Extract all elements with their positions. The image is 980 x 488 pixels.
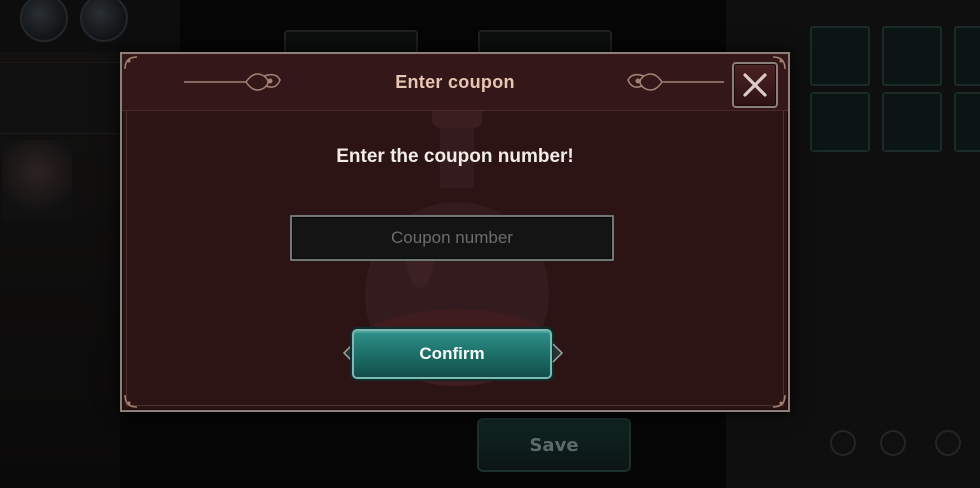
background-save-button: Save xyxy=(477,418,631,472)
close-x-icon xyxy=(743,73,767,97)
confirm-button-frame: Confirm xyxy=(342,327,564,383)
bg-small-icon xyxy=(830,430,856,456)
bg-menu-slot xyxy=(954,92,980,152)
coupon-dialog: Enter coupon Enter the coupon number! Co… xyxy=(120,52,790,412)
bg-menu-slot xyxy=(810,26,870,86)
bg-small-icon xyxy=(935,430,961,456)
bottom-right-icons xyxy=(730,430,980,460)
dialog-message: Enter the coupon number! xyxy=(336,146,574,167)
dialog-title: Enter coupon xyxy=(395,71,515,92)
confirm-cap-right-icon xyxy=(552,343,564,363)
corner-ornament-icon xyxy=(124,56,138,70)
coupon-number-input[interactable] xyxy=(290,215,614,261)
bg-menu-slot xyxy=(810,92,870,152)
confirm-button[interactable]: Confirm xyxy=(352,329,552,379)
event-icon xyxy=(2,140,72,220)
corner-ornament-icon xyxy=(772,56,786,70)
corner-ornament-icon xyxy=(772,394,786,408)
bg-small-icon xyxy=(880,430,906,456)
corner-ornament-icon xyxy=(124,394,138,408)
bg-menu-slot xyxy=(954,26,980,86)
quest-box xyxy=(0,62,118,134)
bg-menu-slot xyxy=(882,26,942,86)
bg-menu-slot xyxy=(882,92,942,152)
